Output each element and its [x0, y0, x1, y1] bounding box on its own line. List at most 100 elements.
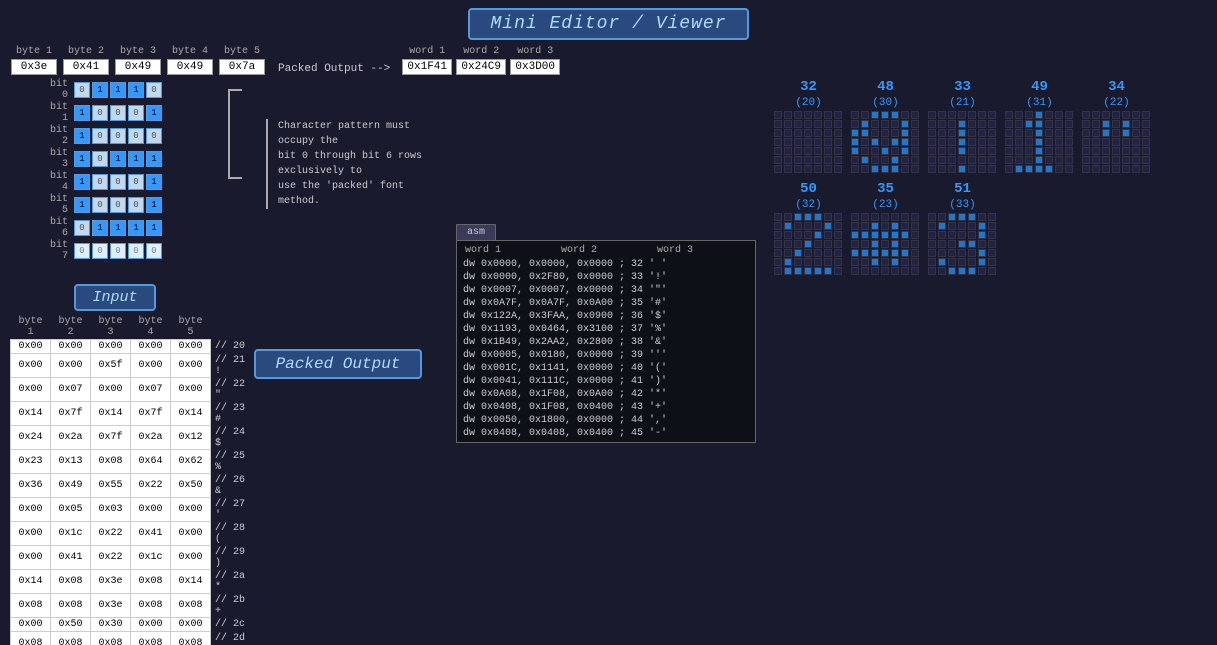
- input-cell-7-0[interactable]: 0x00: [11, 498, 51, 522]
- input-cell-9-2[interactable]: 0x22: [91, 546, 131, 570]
- input-cell-4-1[interactable]: 0x2a: [51, 426, 91, 450]
- input-cell-4-0[interactable]: 0x24: [11, 426, 51, 450]
- bit-cell-3-4[interactable]: 1: [146, 151, 162, 167]
- input-cell-5-1[interactable]: 0x13: [51, 450, 91, 474]
- input-cell-7-2[interactable]: 0x03: [91, 498, 131, 522]
- bit-cell-0-4[interactable]: 0: [146, 82, 162, 98]
- bit-cell-6-2[interactable]: 1: [110, 220, 126, 236]
- input-cell-8-2[interactable]: 0x22: [91, 522, 131, 546]
- byte1-value[interactable]: 0x3e: [11, 59, 57, 75]
- input-cell-7-3[interactable]: 0x00: [131, 498, 171, 522]
- bit-cell-1-4[interactable]: 1: [146, 105, 162, 121]
- input-cell-2-0[interactable]: 0x00: [11, 378, 51, 402]
- bit-cell-7-0[interactable]: 0: [74, 243, 90, 259]
- input-cell-2-2[interactable]: 0x00: [91, 378, 131, 402]
- word2-value[interactable]: 0x24C9: [456, 59, 506, 75]
- input-cell-11-4[interactable]: 0x08: [171, 594, 211, 618]
- input-cell-3-3[interactable]: 0x7f: [131, 402, 171, 426]
- input-cell-1-2[interactable]: 0x5f: [91, 354, 131, 378]
- bit-cell-6-0[interactable]: 0: [74, 220, 90, 236]
- bit-cell-7-1[interactable]: 0: [92, 243, 108, 259]
- bit-cell-6-4[interactable]: 1: [146, 220, 162, 236]
- input-cell-6-0[interactable]: 0x36: [11, 474, 51, 498]
- input-cell-12-2[interactable]: 0x30: [91, 618, 131, 632]
- bit-cell-5-3[interactable]: 0: [128, 197, 144, 213]
- input-cell-4-4[interactable]: 0x12: [171, 426, 211, 450]
- input-cell-10-4[interactable]: 0x14: [171, 570, 211, 594]
- input-cell-8-0[interactable]: 0x00: [11, 522, 51, 546]
- input-cell-11-0[interactable]: 0x08: [11, 594, 51, 618]
- input-cell-8-3[interactable]: 0x41: [131, 522, 171, 546]
- input-cell-1-4[interactable]: 0x00: [171, 354, 211, 378]
- bit-cell-2-4[interactable]: 0: [146, 128, 162, 144]
- input-cell-10-0[interactable]: 0x14: [11, 570, 51, 594]
- bit-cell-4-4[interactable]: 1: [146, 174, 162, 190]
- input-cell-1-1[interactable]: 0x00: [51, 354, 91, 378]
- input-cell-9-0[interactable]: 0x00: [11, 546, 51, 570]
- bit-cell-0-2[interactable]: 1: [110, 82, 126, 98]
- bit-cell-0-0[interactable]: 0: [74, 82, 90, 98]
- bit-cell-1-0[interactable]: 1: [74, 105, 90, 121]
- bit-cell-2-1[interactable]: 0: [92, 128, 108, 144]
- input-cell-10-2[interactable]: 0x3e: [91, 570, 131, 594]
- input-cell-8-1[interactable]: 0x1c: [51, 522, 91, 546]
- bit-cell-5-0[interactable]: 1: [74, 197, 90, 213]
- input-cell-0-3[interactable]: 0x00: [131, 340, 171, 354]
- asm-tab[interactable]: asm: [456, 224, 496, 240]
- input-cell-5-3[interactable]: 0x64: [131, 450, 171, 474]
- input-cell-12-0[interactable]: 0x00: [11, 618, 51, 632]
- byte4-value[interactable]: 0x49: [167, 59, 213, 75]
- byte3-value[interactable]: 0x49: [115, 59, 161, 75]
- bit-cell-6-3[interactable]: 1: [128, 220, 144, 236]
- input-cell-10-3[interactable]: 0x08: [131, 570, 171, 594]
- input-cell-5-0[interactable]: 0x23: [11, 450, 51, 474]
- input-cell-13-0[interactable]: 0x08: [11, 632, 51, 645]
- input-cell-7-4[interactable]: 0x00: [171, 498, 211, 522]
- input-cell-11-3[interactable]: 0x08: [131, 594, 171, 618]
- input-cell-9-3[interactable]: 0x1c: [131, 546, 171, 570]
- bit-cell-3-1[interactable]: 0: [92, 151, 108, 167]
- input-cell-6-1[interactable]: 0x49: [51, 474, 91, 498]
- bit-cell-1-3[interactable]: 0: [128, 105, 144, 121]
- bit-cell-3-2[interactable]: 1: [110, 151, 126, 167]
- bit-cell-7-3[interactable]: 0: [128, 243, 144, 259]
- input-cell-5-2[interactable]: 0x08: [91, 450, 131, 474]
- word3-value[interactable]: 0x3D00: [510, 59, 560, 75]
- bit-cell-7-2[interactable]: 0: [110, 243, 126, 259]
- input-cell-0-4[interactable]: 0x00: [171, 340, 211, 354]
- bit-cell-5-4[interactable]: 1: [146, 197, 162, 213]
- input-cell-6-4[interactable]: 0x50: [171, 474, 211, 498]
- bit-cell-4-2[interactable]: 0: [110, 174, 126, 190]
- input-cell-9-4[interactable]: 0x00: [171, 546, 211, 570]
- input-cell-11-1[interactable]: 0x08: [51, 594, 91, 618]
- input-cell-3-1[interactable]: 0x7f: [51, 402, 91, 426]
- bit-cell-3-0[interactable]: 1: [74, 151, 90, 167]
- bit-cell-2-3[interactable]: 0: [128, 128, 144, 144]
- bit-cell-5-2[interactable]: 0: [110, 197, 126, 213]
- input-cell-0-0[interactable]: 0x00: [11, 340, 51, 354]
- byte5-value[interactable]: 0x7a: [219, 59, 265, 75]
- bit-cell-1-1[interactable]: 0: [92, 105, 108, 121]
- byte2-value[interactable]: 0x41: [63, 59, 109, 75]
- bit-cell-4-0[interactable]: 1: [74, 174, 90, 190]
- word1-value[interactable]: 0x1F41: [402, 59, 452, 75]
- input-cell-4-3[interactable]: 0x2a: [131, 426, 171, 450]
- bit-cell-1-2[interactable]: 0: [110, 105, 126, 121]
- bit-cell-7-4[interactable]: 0: [146, 243, 162, 259]
- input-cell-5-4[interactable]: 0x62: [171, 450, 211, 474]
- input-cell-9-1[interactable]: 0x41: [51, 546, 91, 570]
- input-cell-7-1[interactable]: 0x05: [51, 498, 91, 522]
- input-cell-3-2[interactable]: 0x14: [91, 402, 131, 426]
- input-cell-13-4[interactable]: 0x08: [171, 632, 211, 645]
- input-cell-3-4[interactable]: 0x14: [171, 402, 211, 426]
- input-cell-13-1[interactable]: 0x08: [51, 632, 91, 645]
- bit-cell-6-1[interactable]: 1: [92, 220, 108, 236]
- input-cell-12-4[interactable]: 0x00: [171, 618, 211, 632]
- bit-cell-2-0[interactable]: 1: [74, 128, 90, 144]
- input-cell-13-2[interactable]: 0x08: [91, 632, 131, 645]
- input-cell-4-2[interactable]: 0x7f: [91, 426, 131, 450]
- input-cell-6-2[interactable]: 0x55: [91, 474, 131, 498]
- input-cell-11-2[interactable]: 0x3e: [91, 594, 131, 618]
- input-cell-2-1[interactable]: 0x07: [51, 378, 91, 402]
- bit-cell-5-1[interactable]: 0: [92, 197, 108, 213]
